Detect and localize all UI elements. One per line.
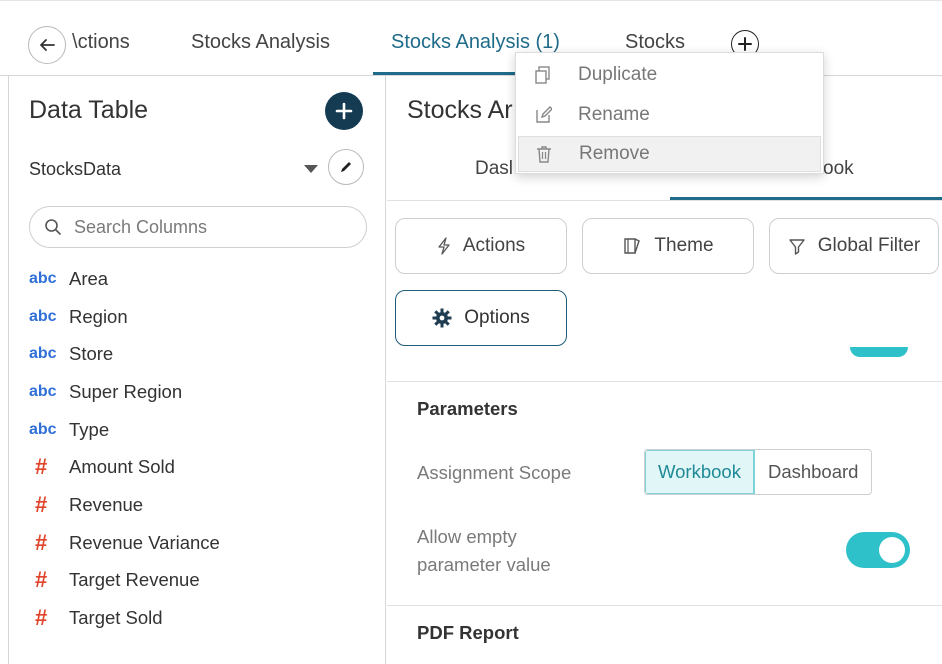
gear-icon xyxy=(432,308,452,328)
chevron-down-icon[interactable] xyxy=(304,165,318,173)
plus-icon xyxy=(738,37,752,51)
column-item[interactable]: abc Region xyxy=(29,298,369,336)
subtab-dashboard[interactable]: Dasl xyxy=(475,158,513,180)
search-icon xyxy=(45,219,61,235)
column-item[interactable]: # Amount Sold xyxy=(29,448,369,486)
menu-item-label: Rename xyxy=(578,104,650,125)
menu-item-label: Remove xyxy=(579,143,650,164)
column-name: Region xyxy=(69,305,128,327)
rename-icon xyxy=(536,106,552,123)
column-item[interactable]: # Revenue Variance xyxy=(29,524,369,562)
button-label: Options xyxy=(464,307,530,328)
menu-item-rename[interactable]: Rename xyxy=(518,97,821,133)
allow-empty-label: Allow empty parameter value xyxy=(417,523,551,579)
theme-button[interactable]: Theme xyxy=(582,218,754,274)
assignment-scope-toggle: Workbook Dashboard xyxy=(644,449,873,495)
column-name: Target Revenue xyxy=(69,569,200,591)
scope-option-workbook[interactable]: Workbook xyxy=(645,450,755,494)
assignment-scope-label: Assignment Scope xyxy=(417,462,572,483)
menu-item-label: Duplicate xyxy=(578,64,658,85)
button-label: Actions xyxy=(462,235,526,256)
button-label: Theme xyxy=(654,235,714,256)
theme-icon xyxy=(624,238,641,254)
data-source-select[interactable]: StocksData xyxy=(29,159,121,180)
filter-icon xyxy=(789,239,805,255)
divider xyxy=(387,200,942,201)
text-type-icon: abc xyxy=(29,269,57,287)
label-line: Allow empty xyxy=(417,526,517,547)
actions-button[interactable]: Actions xyxy=(395,218,567,274)
divider xyxy=(387,381,942,382)
column-name: Type xyxy=(69,418,110,440)
toggle-partial[interactable] xyxy=(850,347,908,357)
search-columns xyxy=(29,206,367,248)
lightning-icon xyxy=(438,237,450,255)
column-item[interactable]: abc Store xyxy=(29,335,369,373)
duplicate-icon xyxy=(535,66,550,84)
text-type-icon: abc xyxy=(29,307,57,325)
column-name: Store xyxy=(69,343,114,365)
tab-stocks-analysis[interactable]: Stocks Analysis xyxy=(191,31,330,54)
options-button[interactable]: Options xyxy=(395,290,567,346)
panel-title: Stocks Ar xyxy=(407,96,513,124)
number-type-icon: # xyxy=(35,491,48,517)
add-data-table-button[interactable] xyxy=(325,92,363,130)
arrow-left-icon xyxy=(40,39,55,51)
column-item[interactable]: abc Super Region xyxy=(29,373,369,411)
column-item[interactable]: abc Type xyxy=(29,411,369,449)
column-name: Target Sold xyxy=(69,607,163,629)
tab-context-menu: Duplicate Rename Remove xyxy=(515,52,824,174)
back-button[interactable] xyxy=(28,26,66,64)
column-item[interactable]: # Target Sold xyxy=(29,599,369,637)
column-item[interactable]: # Revenue xyxy=(29,486,369,524)
text-type-icon: abc xyxy=(29,382,57,400)
active-subtab-indicator xyxy=(670,197,942,200)
number-type-icon: # xyxy=(35,454,48,480)
text-type-icon: abc xyxy=(29,345,57,363)
button-label: Global Filter xyxy=(817,235,921,256)
data-table-panel: Data Table StocksData abcAreaabcRegionab… xyxy=(8,76,386,664)
number-type-icon: # xyxy=(35,529,48,555)
search-input[interactable] xyxy=(74,216,354,238)
scope-option-dashboard[interactable]: Dashboard xyxy=(755,450,872,494)
column-name: Area xyxy=(69,267,109,289)
pencil-icon xyxy=(341,162,351,172)
label-line: parameter value xyxy=(417,554,551,575)
tab-stocks-analysis-1[interactable]: Stocks Analysis (1) xyxy=(391,31,560,54)
tab-stocks[interactable]: Stocks xyxy=(625,31,685,54)
column-item[interactable]: abc Area xyxy=(29,260,369,298)
pdf-report-heading: PDF Report xyxy=(417,622,519,643)
column-item[interactable]: # Target Revenue xyxy=(29,562,369,600)
menu-item-remove[interactable]: Remove xyxy=(518,136,821,172)
subtab-workbook[interactable]: ook xyxy=(823,158,854,180)
column-name: Revenue Variance xyxy=(69,531,220,553)
column-name: Super Region xyxy=(69,380,183,402)
number-type-icon: # xyxy=(35,605,48,631)
parameters-heading: Parameters xyxy=(417,398,518,419)
text-type-icon: abc xyxy=(29,420,57,438)
allow-empty-toggle[interactable] xyxy=(846,532,910,568)
plus-icon xyxy=(335,102,353,120)
trash-icon xyxy=(537,146,551,163)
divider xyxy=(387,605,942,606)
panel-title: Data Table xyxy=(29,96,149,124)
tab-actions[interactable]: \ctions xyxy=(72,31,130,54)
menu-item-duplicate[interactable]: Duplicate xyxy=(518,57,821,93)
number-type-icon: # xyxy=(35,567,48,593)
edit-data-source-button[interactable] xyxy=(328,149,364,185)
column-list: abc Area abc Region abc Store abc Super Region a… xyxy=(29,260,369,637)
toggle-knob xyxy=(879,537,905,563)
global-filter-button[interactable]: Global Filter xyxy=(769,218,939,274)
column-name: Amount Sold xyxy=(69,456,175,478)
column-name: Revenue xyxy=(69,493,144,515)
